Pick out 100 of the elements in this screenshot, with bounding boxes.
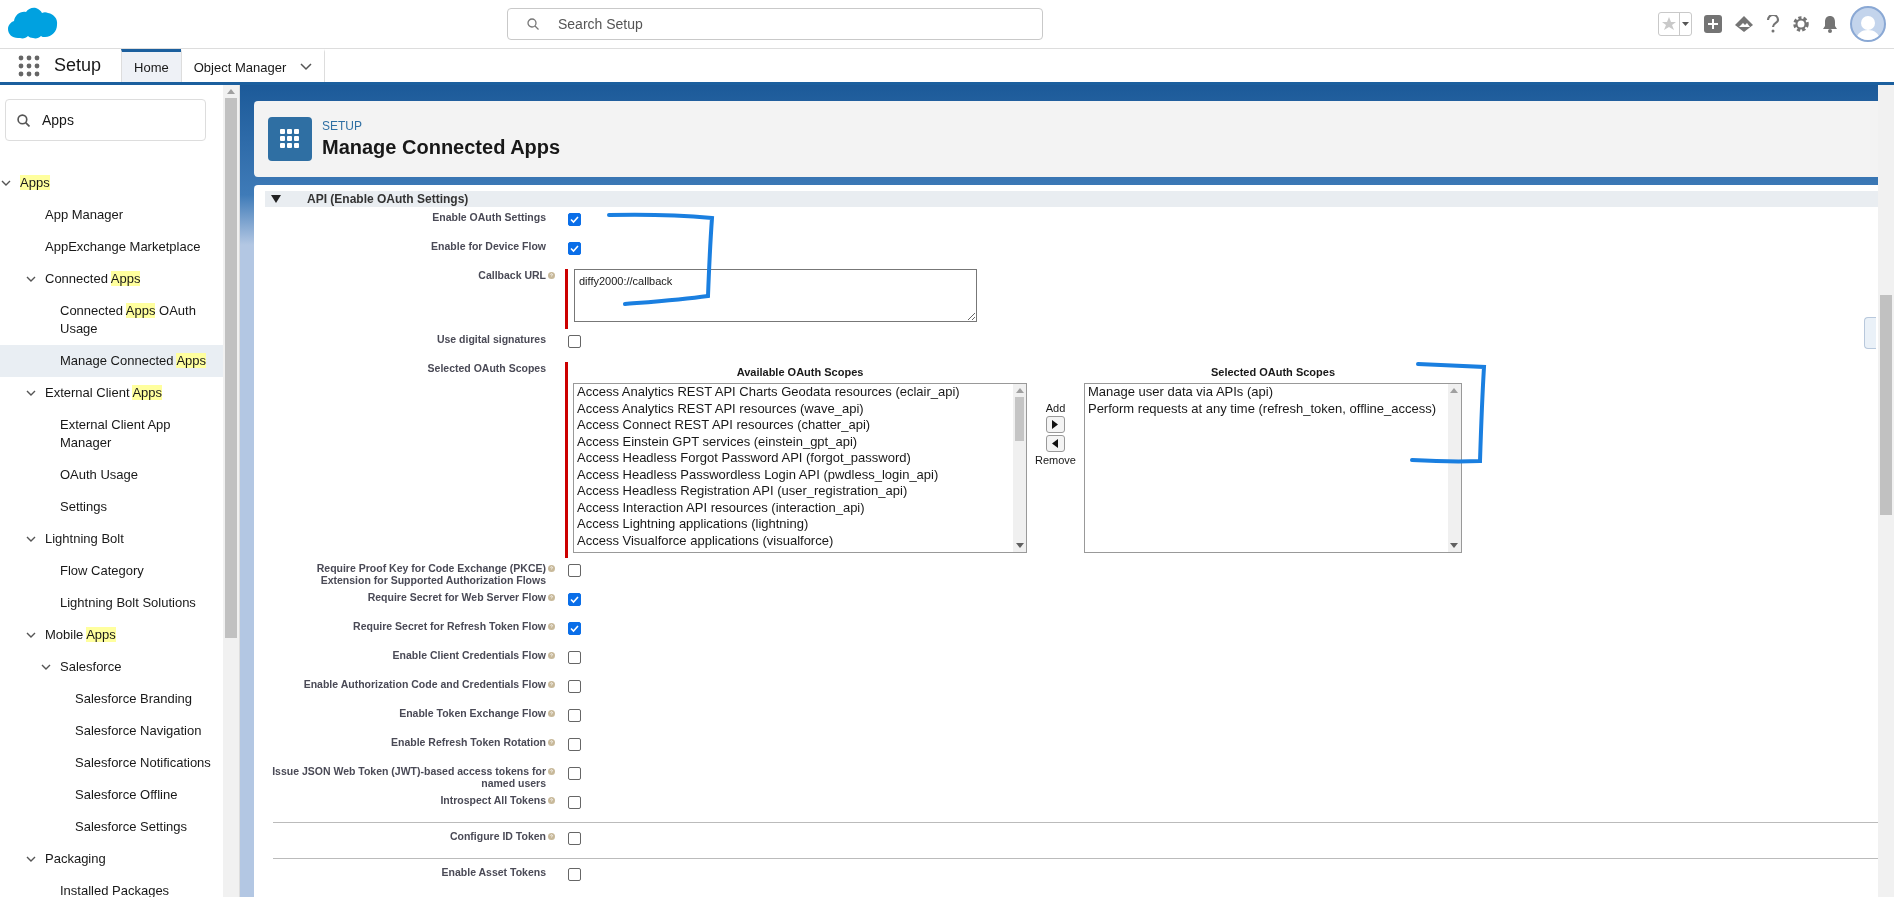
section-header[interactable]: API (Enable OAuth Settings) (265, 191, 1878, 207)
sidebar-item[interactable]: Salesforce Offline (0, 779, 223, 811)
remove-button[interactable] (1046, 435, 1065, 452)
sidebar-item-label: Salesforce (60, 658, 122, 676)
field-label: Require Proof Key for Code Exchange (PKCE) Extension for Supported Authorization Flows (315, 562, 546, 586)
list-option[interactable]: Access Analytics REST API Charts Geodata resources (eclair_api) (577, 384, 1010, 401)
settings-icon[interactable] (1792, 15, 1810, 33)
page-title: Manage Connected Apps (322, 136, 561, 159)
sidebar-item-label: Salesforce Offline (75, 786, 178, 804)
sidebar-item[interactable]: Salesforce Navigation (0, 715, 223, 747)
checkbox[interactable] (568, 868, 581, 881)
mountain-icon[interactable] (1734, 15, 1754, 33)
add-button[interactable] (1046, 416, 1065, 433)
scrollbar-thumb[interactable] (1015, 397, 1024, 441)
checkbox[interactable] (568, 832, 581, 845)
panel-handle[interactable] (1864, 317, 1876, 349)
list-option[interactable]: Access Headless Forgot Password API (forgot_password) (577, 450, 1010, 467)
callback-url-field[interactable]: diffy2000://callback (574, 269, 977, 322)
list-option[interactable]: Access Visualforce applications (visualforce) (577, 532, 1010, 549)
sidebar-item[interactable]: App Manager (0, 199, 223, 231)
sidebar-item[interactable]: External Client Apps (0, 377, 223, 409)
field-label: Callback URL (478, 269, 546, 281)
checkbox[interactable] (568, 564, 581, 577)
sidebar-item[interactable]: AppExchange Marketplace (0, 231, 223, 263)
checkbox[interactable] (568, 651, 581, 664)
checkbox[interactable] (568, 680, 581, 693)
field-label: Use digital signatures (436, 333, 546, 345)
checkbox[interactable] (568, 709, 581, 722)
sidebar-item-label: Manage Connected Apps (60, 352, 206, 370)
field-label: Introspect All Tokens (440, 794, 546, 806)
checkbox[interactable] (568, 767, 581, 780)
down-arrow-icon[interactable] (1015, 543, 1024, 548)
sidebar-item[interactable]: Settings (0, 491, 223, 523)
scrollbar-thumb[interactable] (1880, 295, 1892, 515)
sidebar-item[interactable]: Lightning Bolt (0, 523, 223, 555)
list-title: Available OAuth Scopes (736, 366, 864, 378)
available-scopes-list[interactable] (573, 383, 1027, 553)
sidebar-item[interactable]: Mobile Apps (0, 619, 223, 651)
sidebar-item[interactable]: Packaging (0, 843, 223, 875)
selected-scopes-list[interactable]: Manage user data via APIs (api) Perform requests at any time (refresh_token, offline_access) (1083, 383, 1462, 553)
sidebar-item-label: Lightning Bolt (45, 530, 124, 548)
sidebar-item-label: Packaging (45, 850, 106, 868)
sidebar-item-label: Flow Category (60, 562, 144, 580)
remove-label: Remove (1035, 454, 1076, 466)
sidebar-item-label: Mobile Apps (45, 626, 116, 644)
bell-icon[interactable] (1822, 15, 1838, 33)
nav-tab[interactable]: Home (121, 49, 181, 82)
field-label: Enable OAuth Settings (432, 211, 546, 223)
sidebar-item-label: External Client Apps (45, 384, 163, 402)
field-label: Enable Refresh Token Rotation (391, 736, 546, 748)
sidebar-item[interactable]: Connected Apps OAuth Usage (0, 295, 223, 345)
checkbox[interactable] (568, 796, 581, 809)
scrollbar-thumb[interactable] (225, 98, 237, 638)
sidebar-item-label: OAuth Usage (60, 466, 139, 484)
sidebar-item[interactable]: Apps (0, 167, 223, 199)
field-label: Require Secret for Refresh Token Flow (353, 620, 546, 632)
sidebar-item-label: External Client App Manager (60, 416, 172, 452)
checkbox[interactable] (568, 738, 581, 751)
list-option[interactable]: Access Headless Passwordless Login API (pwdless_login_api) (577, 466, 1010, 483)
sidebar-item-label: Salesforce Notifications (75, 754, 211, 772)
list-option[interactable]: Manage user data via APIs (api) (1087, 384, 1445, 401)
avatar[interactable] (1850, 6, 1886, 42)
sidebar-item-label: Lightning Bolt Solutions (60, 594, 196, 612)
down-arrow-icon[interactable] (1450, 543, 1459, 548)
search-field[interactable]: Search Setup (507, 8, 1043, 40)
sidebar-item[interactable]: OAuth Usage (0, 459, 223, 491)
field-label: Enable Client Credentials Flow (392, 649, 546, 661)
list-option[interactable]: Access Einstein GPT services (einstein_gpt_api) (577, 433, 1010, 450)
quick-find-field[interactable]: Apps (5, 99, 206, 141)
app-name: Setup (53, 54, 103, 77)
list-option[interactable]: Perform requests at any time (refresh_token, offline_access) (1087, 400, 1445, 417)
sidebar-item[interactable]: External Client App Manager (0, 409, 223, 459)
sidebar-item[interactable]: Installed Packages (0, 875, 223, 897)
list-option[interactable]: Access Analytics REST API resources (wave_api) (577, 400, 1010, 417)
sidebar-item[interactable]: Lightning Bolt Solutions (0, 587, 223, 619)
sidebar-item-label: AppExchange Marketplace (45, 238, 201, 256)
list-option[interactable]: Access Lightning applications (lightning) (577, 516, 1010, 533)
list-option[interactable]: Access Interaction API resources (interaction_api) (577, 499, 1010, 516)
field-label: Enable Asset Tokens (441, 866, 546, 878)
help-icon[interactable] (1766, 15, 1780, 33)
breadcrumb: SETUP (322, 119, 363, 133)
list-option[interactable]: Access Connect REST API resources (chatter_api) (577, 417, 1010, 434)
sidebar-item[interactable]: Salesforce Settings (0, 811, 223, 843)
field-label: Configure ID Token (449, 830, 546, 842)
sidebar-item[interactable]: Salesforce Notifications (0, 747, 223, 779)
sidebar-item-label: Salesforce Settings (75, 818, 187, 836)
sidebar-item[interactable]: Flow Category (0, 555, 223, 587)
nav-tab[interactable]: Object Manager (180, 49, 326, 82)
sidebar-item-label: Salesforce Navigation (75, 722, 202, 740)
list-title: Selected OAuth Scopes (1210, 366, 1335, 378)
list-option[interactable]: Access Headless Registration API (user_registration_api) (577, 483, 1010, 500)
sidebar-item-label: Installed Packages (60, 882, 170, 897)
sidebar-item[interactable]: Salesforce Branding (0, 683, 223, 715)
field-label: Enable Token Exchange Flow (399, 707, 546, 719)
sidebar-item[interactable]: Connected Apps (0, 263, 223, 295)
sidebar-item[interactable]: Salesforce (0, 651, 223, 683)
left-triangle-icon (1052, 439, 1059, 448)
sidebar-item[interactable]: Manage Connected Apps (0, 345, 223, 377)
checkbox[interactable] (568, 335, 581, 348)
sidebar-item-label: Connected Apps (45, 270, 141, 288)
